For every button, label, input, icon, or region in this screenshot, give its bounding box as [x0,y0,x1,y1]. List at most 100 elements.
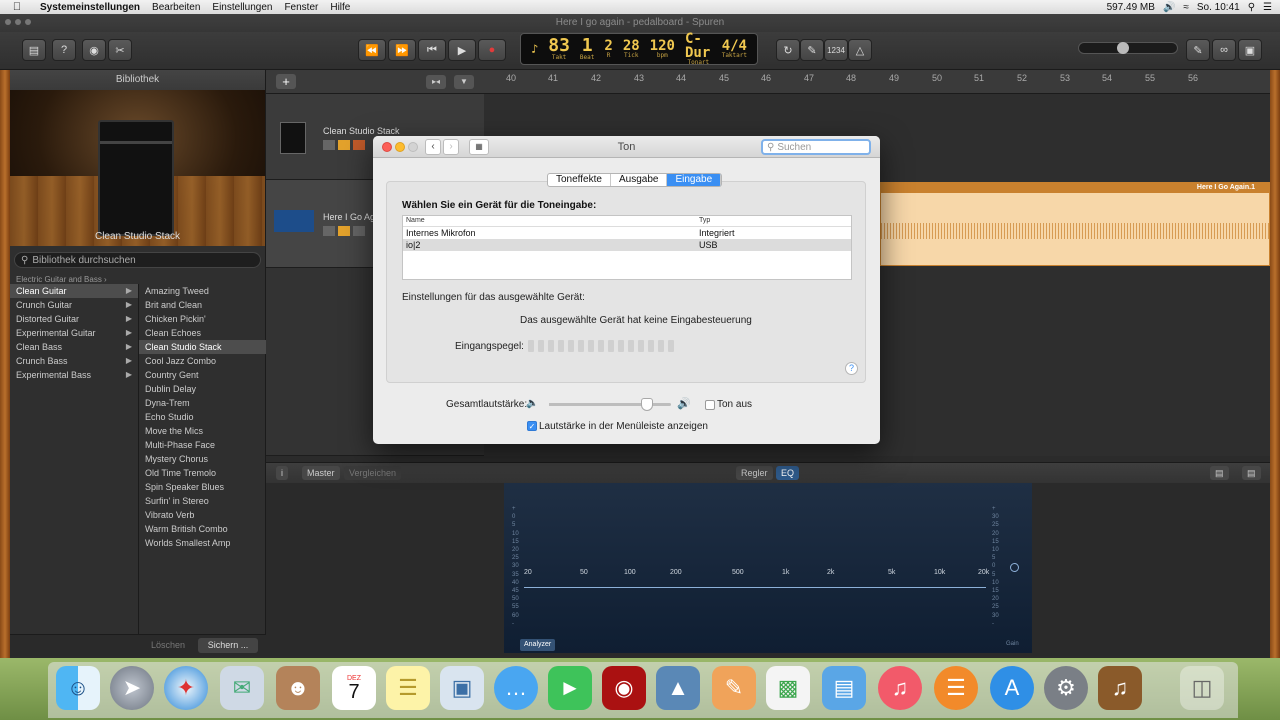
solo-button[interactable] [338,226,350,236]
media-browser-button[interactable]: ▣ [1238,39,1262,61]
master-volume-knob[interactable] [1117,42,1129,54]
category-item[interactable]: Crunch Guitar ▶ [10,298,138,312]
mute-button[interactable] [323,226,335,236]
preset-item[interactable]: Move the Mics [139,424,266,438]
metronome-button[interactable]: △ [848,39,872,61]
eq-curve[interactable] [524,587,986,588]
volume-status-icon[interactable]: 🔊 [1163,2,1175,13]
close-window-button[interactable] [5,19,11,25]
delete-button[interactable]: Löschen [142,638,194,653]
preset-item[interactable]: Clean Studio Stack [139,340,266,354]
preset-item[interactable]: Surfin' in Stereo [139,494,266,508]
output-volume-knob[interactable] [641,398,653,411]
iphoto-icon[interactable]: ▲ [656,666,700,710]
launchpad-icon[interactable]: ➤ [110,666,154,710]
master-button[interactable]: Master [302,466,340,480]
finder-icon[interactable]: ☺ [56,666,100,710]
garageband-icon[interactable]: ♫ [1098,666,1142,710]
menu-item-fenster[interactable]: Fenster [278,2,324,13]
facetime-icon[interactable]: ► [548,666,592,710]
panel-toggle-button[interactable]: ▤ [1242,466,1261,480]
save-button[interactable]: Sichern ... [198,638,258,653]
rewind-button[interactable]: ⏪ [358,39,386,61]
calendar-icon[interactable]: DEZ 7 [332,666,376,710]
preset-item[interactable]: Country Gent [139,368,266,382]
eq-display[interactable]: +0 5 10 15 20 25 30 35 40 45 50 55 60- +30 25 20 15 10 5 0… [504,483,1032,653]
contacts-icon[interactable]: ☻ [276,666,320,710]
preset-item[interactable]: Multi-Phase Face [139,438,266,452]
info-button[interactable]: i [276,466,288,480]
tab-controls[interactable]: Regler [736,466,773,480]
col-name-header[interactable]: Name [406,217,425,224]
solo-button[interactable] [338,140,350,150]
notes-icon[interactable]: ☰ [386,666,430,710]
filter-button[interactable]: ▼ [454,75,474,89]
cycle-button[interactable]: ↻ [776,39,800,61]
inspector-button[interactable]: ▤ [1210,466,1229,480]
tab-eq[interactable]: EQ [776,466,800,480]
safari-icon[interactable]: ✦ [164,666,208,710]
ibooks-icon[interactable]: ☰ [934,666,978,710]
keynote-icon[interactable]: ▤ [822,666,866,710]
preset-item[interactable]: Warm British Combo [139,522,266,536]
apple-menu-icon[interactable]:  [0,1,34,13]
menu-item-hilfe[interactable]: Hilfe [324,2,356,13]
audio-region[interactable]: Here I Go Again.1 [880,182,1270,266]
help-button[interactable]: ? [52,39,76,61]
table-row[interactable]: Internes Mikrofon Integriert [403,227,851,239]
preset-item[interactable]: Vibrato Verb [139,508,266,522]
category-item[interactable]: Experimental Bass ▶ [10,368,138,382]
category-item[interactable]: Distorted Guitar ▶ [10,312,138,326]
messages-icon[interactable]: … [494,666,538,710]
mute-checkbox[interactable] [705,400,715,410]
track-name[interactable]: Clean Studio Stack [323,126,400,136]
category-item[interactable]: Experimental Guitar ▶ [10,326,138,340]
preset-item[interactable]: Dyna-Trem [139,396,266,410]
itunes-icon[interactable]: ♫ [878,666,922,710]
category-item[interactable]: Clean Guitar ▶ [10,284,138,298]
catch-playhead-button[interactable]: ▸◂ [426,75,446,89]
timeline-ruler[interactable]: 40 41 42 43 44 45 46 47 48 49 50 51 52 5… [484,70,1270,94]
preset-item[interactable]: Echo Studio [139,410,266,424]
compare-button[interactable]: Vergleichen [344,466,402,480]
minimize-window-button[interactable] [15,19,21,25]
preset-item[interactable]: Amazing Tweed [139,284,266,298]
master-volume-slider[interactable] [1078,42,1178,54]
gain-knob[interactable] [1010,563,1019,572]
preset-item[interactable]: Brit and Clean [139,298,266,312]
go-to-start-button[interactable]: ⏮ [418,39,446,61]
tuner-button[interactable]: ✎ [800,39,824,61]
menu-item-bearbeiten[interactable]: Bearbeiten [146,2,206,13]
tab-output[interactable]: Ausgabe [611,174,668,186]
preset-item[interactable]: Mystery Chorus [139,452,266,466]
category-item[interactable]: Crunch Bass ▶ [10,354,138,368]
lcd-display[interactable]: ♪ 83 Takt 1 Beat 2R 28 Tick 120 bpm C-Dur Ton… [520,32,758,66]
track-name[interactable]: Here I Go Ag [323,212,375,222]
tab-input[interactable]: Eingabe [667,174,722,186]
library-search-input[interactable]: ⚲ Bibliothek durchsuchen [14,252,261,268]
app-store-icon[interactable]: A [990,666,1034,710]
editors-button[interactable]: ✂ [108,39,132,61]
notification-center-icon[interactable]: ☰ [1263,2,1272,13]
spotlight-icon[interactable]: ⚲ [1248,2,1255,13]
show-volume-in-menubar-checkbox[interactable]: ✓ [527,421,537,431]
preset-item[interactable]: Spin Speaker Blues [139,480,266,494]
zoom-window-button[interactable] [25,19,31,25]
record-button[interactable]: ● [478,39,506,61]
record-enable-button[interactable] [353,140,365,150]
record-enable-button[interactable] [353,226,365,236]
memory-status[interactable]: 597.49 MB [1107,2,1155,13]
play-button[interactable]: ▶ [448,39,476,61]
preset-item[interactable]: Dublin Delay [139,382,266,396]
system-preferences-icon[interactable]: ⚙ [1044,666,1088,710]
notepad-button[interactable]: ✎ [1186,39,1210,61]
help-button[interactable]: ? [845,362,858,375]
col-type-header[interactable]: Typ [699,217,710,224]
menu-clock[interactable]: So. 10:41 [1197,2,1240,13]
trash-icon[interactable]: ◫ [1180,666,1224,710]
prefs-search-input[interactable]: ⚲ Suchen [761,139,871,155]
analyzer-button[interactable]: Analyzer [520,639,556,651]
wifi-icon[interactable]: ≈ [1183,2,1189,13]
preset-item[interactable]: Old Time Tremolo [139,466,266,480]
pages-icon[interactable]: ✎ [712,666,756,710]
